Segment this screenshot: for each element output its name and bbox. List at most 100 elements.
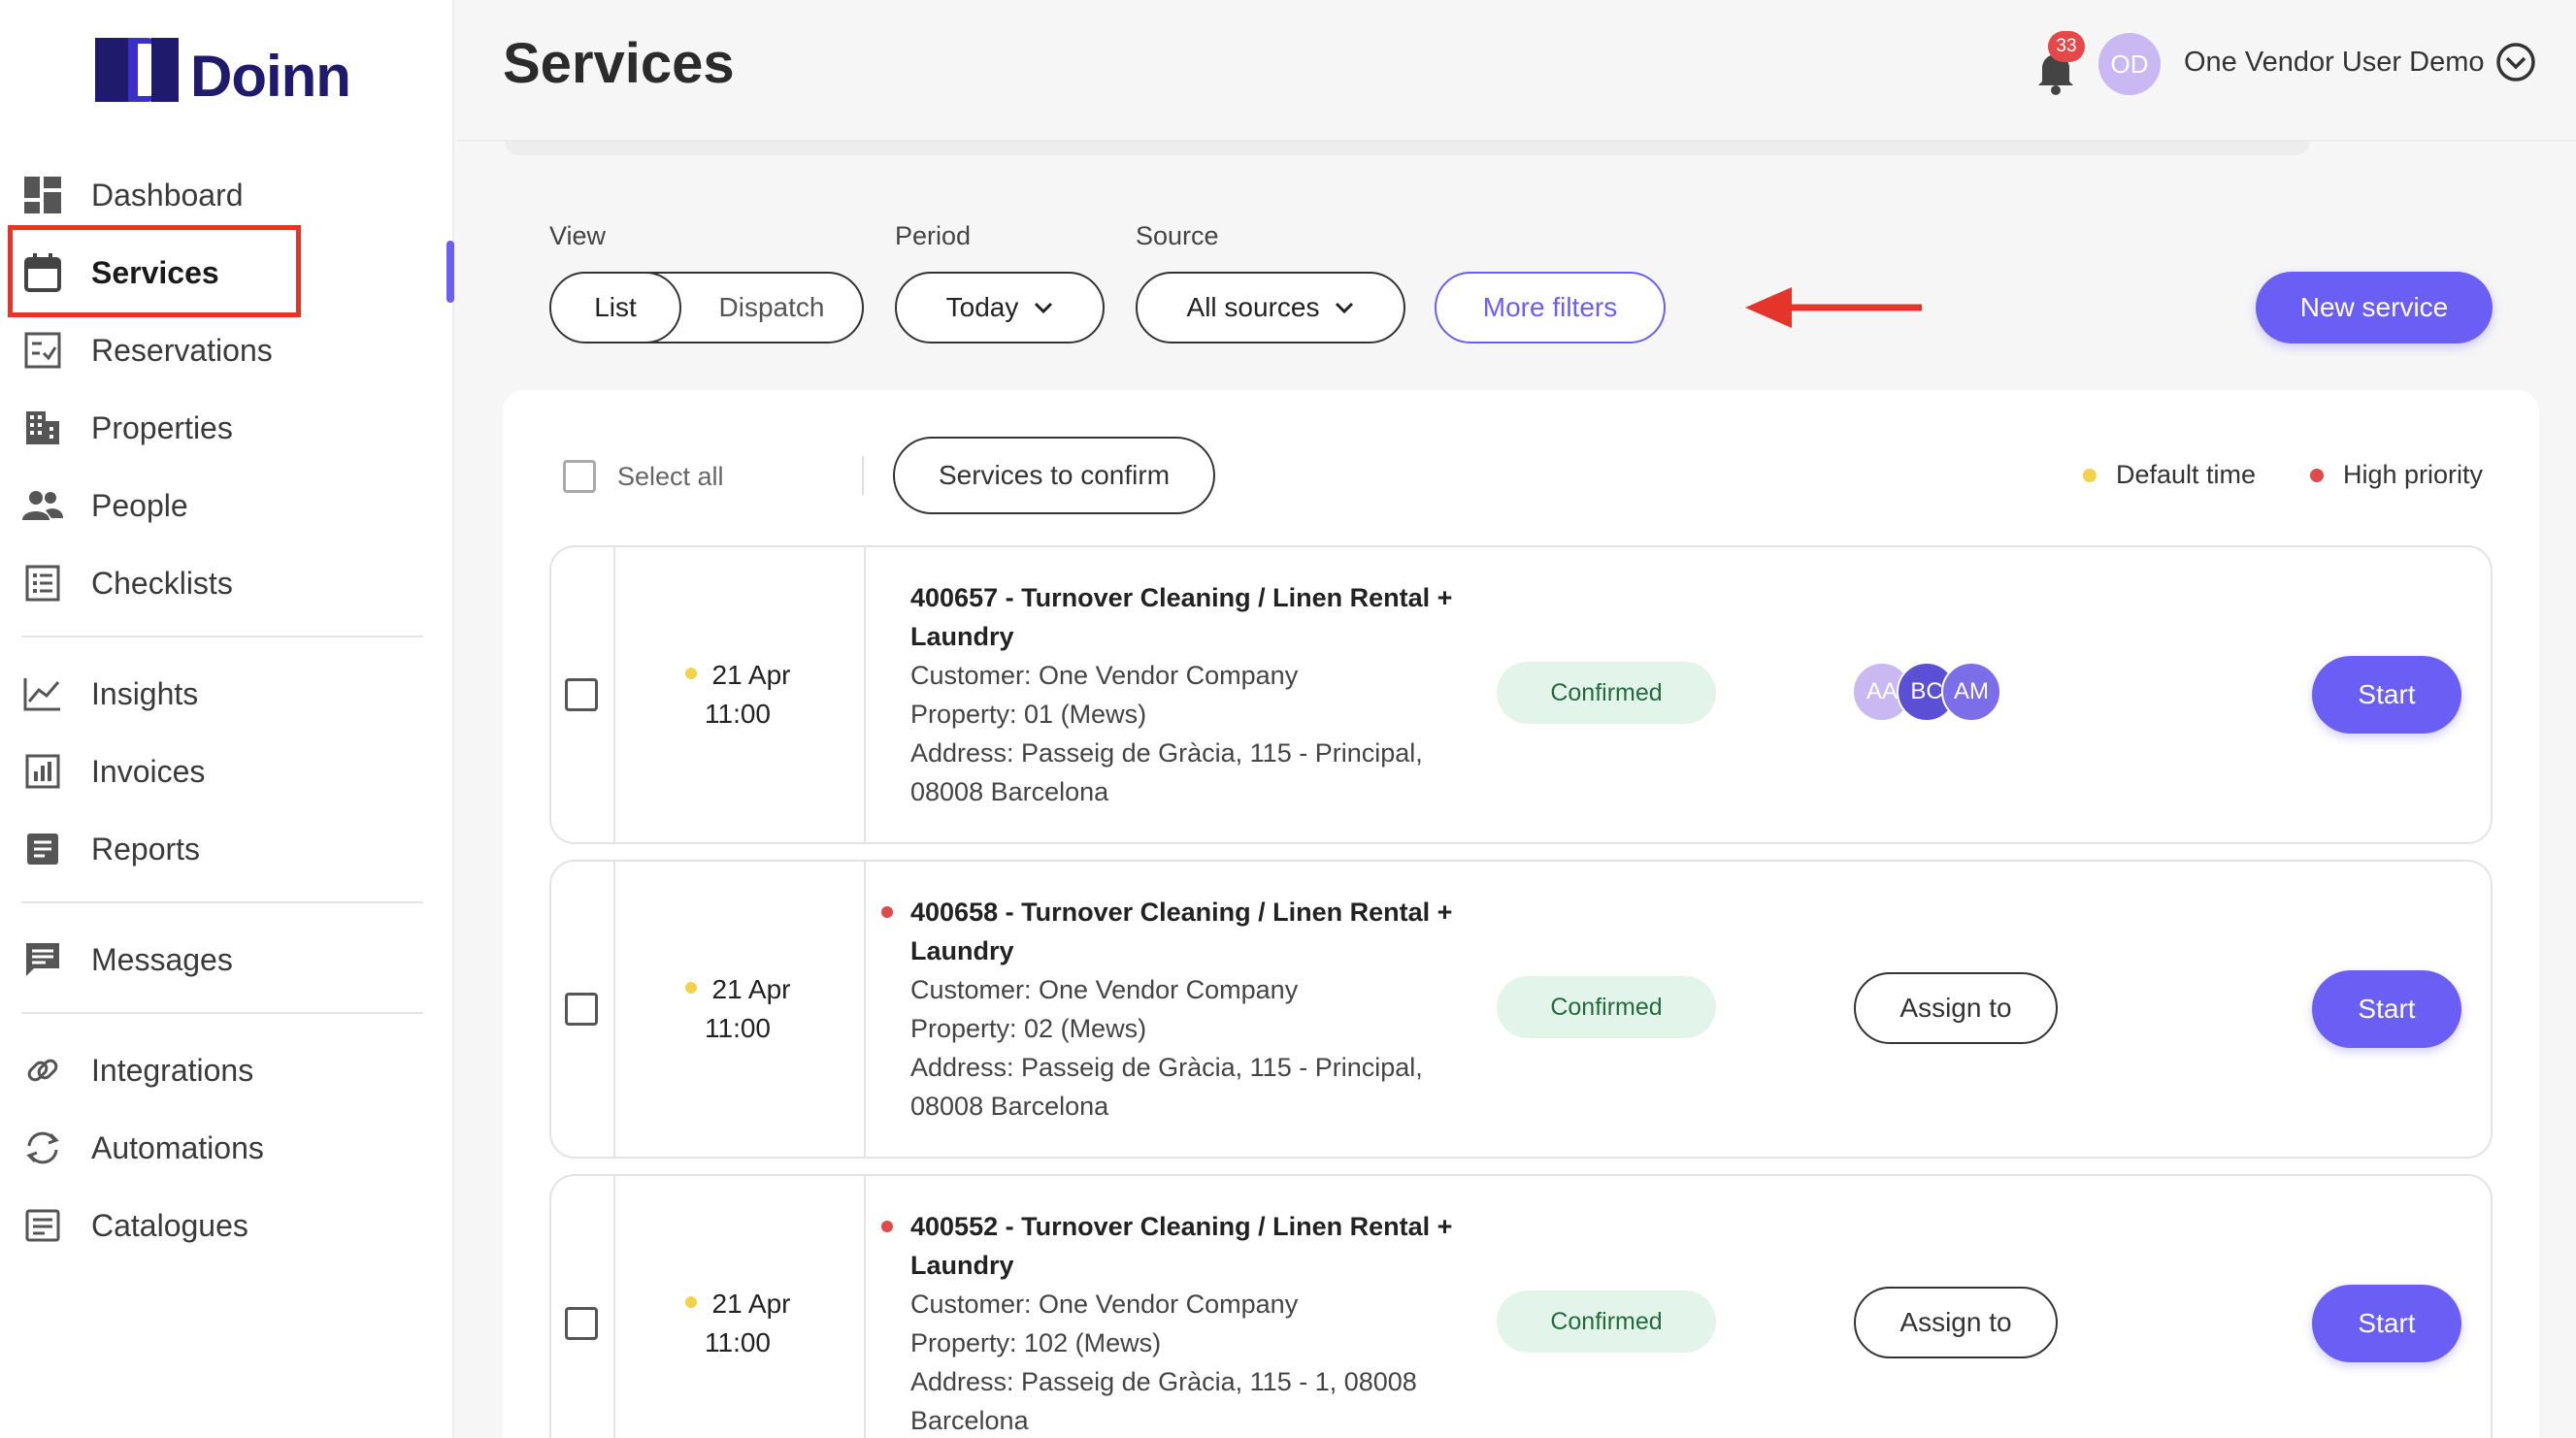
source-label: Source [1136,221,1219,250]
services-panel: Select all Services to confirm Default t… [503,390,2539,1438]
divider [862,456,864,495]
logo[interactable]: Doinn [95,29,351,110]
select-all-checkbox[interactable] [563,460,596,493]
sidebar-item-people[interactable]: People [21,472,429,539]
top-header: Services 33 OD One Vendor User Demo [456,0,2576,142]
reservation-check-icon [21,329,64,372]
yellow-dot-icon [2083,468,2097,482]
high-priority-dot-icon [881,906,893,918]
default-time-dot-icon [684,981,697,994]
default-time-dot-icon [684,1295,697,1308]
select-all-label: Select all [617,461,724,491]
start-button[interactable]: Start [2312,656,2461,734]
highlight-box [8,225,301,317]
service-checkbox[interactable] [565,678,598,711]
sidebar: Doinn Dashboard Services Reservations Pr… [0,0,454,1438]
period-value: Today [945,292,1019,322]
sidebar-item-label: Integrations [91,1052,254,1088]
sidebar-divider [21,636,423,637]
checklist-icon [21,562,64,605]
active-indicator [446,241,454,303]
people-icon [21,484,64,527]
sidebar-item-automations[interactable]: Automations [21,1114,429,1182]
card-date-cell: 21 Apr 11:00 [615,547,866,842]
legend-high-priority: High priority [2310,460,2483,490]
doinn-logo-icon [95,37,179,102]
service-title[interactable]: 400657 - Turnover Cleaning / Linen Renta… [910,578,1454,656]
sidebar-item-label: Invoices [91,753,206,789]
new-service-button[interactable]: New service [2256,272,2493,343]
services-to-confirm-button[interactable]: Services to confirm [893,437,1215,514]
view-option-dispatch[interactable]: Dispatch [681,274,862,342]
avatar[interactable]: OD [2098,33,2161,95]
sidebar-item-integrations[interactable]: Integrations [21,1036,429,1104]
start-button[interactable]: Start [2312,970,2461,1048]
service-customer: Customer: One Vendor Company [910,975,1299,1004]
assign-to-button[interactable]: Assign to [1854,1287,2058,1358]
view-option-list[interactable]: List [551,274,681,342]
service-card[interactable]: 21 Apr 11:00 400658 - Turnover Cleaning … [549,860,2493,1159]
sidebar-item-invoices[interactable]: Invoices [21,737,429,805]
service-title[interactable]: 400552 - Turnover Cleaning / Linen Renta… [910,1207,1454,1285]
sidebar-item-catalogues[interactable]: Catalogues [21,1192,429,1259]
start-button[interactable]: Start [2312,1285,2461,1362]
service-property: Property: 02 (Mews) [910,1014,1147,1043]
message-icon [21,938,64,981]
annotation-arrow-icon [1745,287,1922,328]
service-customer: Customer: One Vendor Company [910,661,1299,690]
card-date-cell: 21 Apr 11:00 [615,862,866,1157]
sidebar-item-label: Properties [91,409,233,445]
service-checkbox[interactable] [565,1307,598,1340]
dashboard-icon [21,174,64,216]
sidebar-item-dashboard[interactable]: Dashboard [21,161,429,229]
status-badge: Confirmed [1497,976,1716,1038]
sidebar-divider [21,1012,423,1014]
source-dropdown[interactable]: All sources [1136,272,1405,343]
sidebar-item-label: Messages [91,941,233,977]
sidebar-item-checklists[interactable]: Checklists [21,549,429,617]
sidebar-item-label: Reservations [91,332,273,368]
sidebar-divider [21,901,423,903]
sidebar-item-reports[interactable]: Reports [21,815,429,883]
sidebar-item-label: Insights [91,675,199,711]
chevron-down-icon [1035,302,1053,314]
chevron-down-circle-icon[interactable] [2494,41,2537,83]
sidebar-item-insights[interactable]: Insights [21,660,429,728]
period-dropdown[interactable]: Today [895,272,1105,343]
assign-to-button[interactable]: Assign to [1854,972,2058,1044]
service-card[interactable]: 21 Apr 11:00 400657 - Turnover Cleaning … [549,545,2493,844]
sidebar-item-properties[interactable]: Properties [21,394,429,462]
service-address: Address: Passeig de Gràcia, 115 - Princi… [910,1053,1423,1121]
service-address: Address: Passeig de Gràcia, 115 - Princi… [910,738,1423,806]
period-label: Period [895,221,972,250]
building-icon [21,407,64,449]
notification-badge: 33 [2048,31,2085,62]
view-label: View [549,221,607,250]
assignee-avatars[interactable]: AA BC AM [1852,662,2001,722]
service-time: 11:00 [705,1327,771,1357]
service-address: Address: Passeig de Gràcia, 115 - 1, 080… [910,1367,1417,1435]
select-all[interactable]: Select all [563,460,724,493]
sync-icon [21,1127,64,1169]
service-property: Property: 01 (Mews) [910,700,1147,729]
avatar[interactable]: AM [1941,662,2001,722]
card-select-cell [551,547,615,842]
status-badge: Confirmed [1497,1291,1716,1353]
service-date: 21 Apr [711,660,791,690]
service-card[interactable]: 21 Apr 11:00 400552 - Turnover Cleaning … [549,1174,2493,1438]
report-icon [21,828,64,870]
user-name[interactable]: One Vendor User Demo [2184,47,2484,79]
logo-text: Doinn [190,44,351,109]
more-filters-button[interactable]: More filters [1435,272,1666,343]
service-datetime: 21 Apr 11:00 [631,1285,844,1362]
catalogue-icon [21,1204,64,1247]
sidebar-item-reservations[interactable]: Reservations [21,316,429,384]
service-checkbox[interactable] [565,993,598,1026]
sidebar-item-messages[interactable]: Messages [21,926,429,994]
red-dot-icon [2310,468,2324,482]
view-toggle: List Dispatch [549,272,864,343]
legend-default-time: Default time [2083,460,2256,490]
sidebar-item-label: Checklists [91,565,233,601]
service-title[interactable]: 400658 - Turnover Cleaning / Linen Renta… [910,893,1454,970]
chevron-down-icon [1336,302,1354,314]
